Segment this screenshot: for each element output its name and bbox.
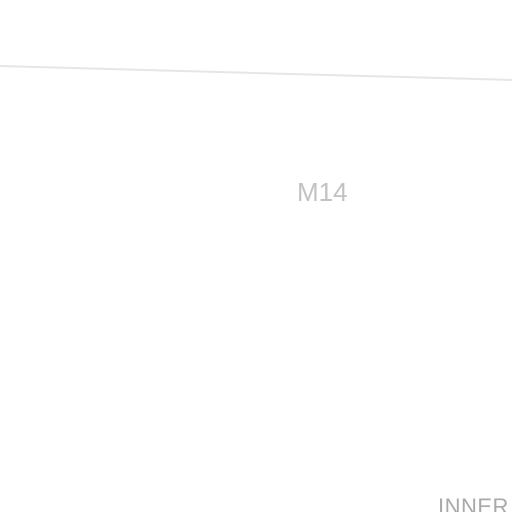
area-label-inner: INNER — [438, 494, 509, 512]
map-canvas[interactable]: M14 INNER — [0, 0, 512, 512]
road-line — [0, 65, 512, 81]
map-roads — [0, 65, 512, 81]
road-label-m14: M14 — [297, 177, 348, 207]
